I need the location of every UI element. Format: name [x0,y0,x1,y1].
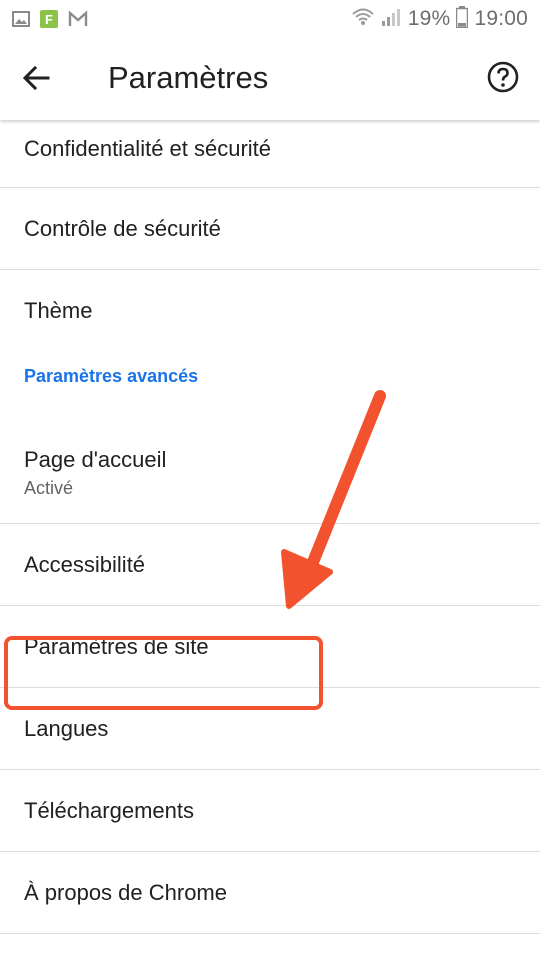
svg-text:F: F [45,12,53,27]
gmail-icon [68,10,88,28]
item-label: Contrôle de sécurité [24,215,221,241]
item-label: Téléchargements [24,797,194,823]
item-subtitle: Activé [24,478,74,498]
wifi-icon [352,7,374,32]
toolbar: Paramètres [0,38,540,120]
section-header-advanced: Paramètres avancés [0,352,540,422]
help-button[interactable] [482,58,524,100]
settings-item-accessibility[interactable]: Accessibilité [0,524,540,606]
status-bar: F 19% 19:00 [0,0,540,38]
settings-item-about[interactable]: À propos de Chrome [0,852,540,934]
page-title: Paramètres [108,60,269,95]
item-label: Accessibilité [24,551,146,577]
image-icon [12,10,30,28]
section-title: Paramètres avancés [24,366,199,386]
item-label: Thème [24,298,93,323]
settings-list: Confidentialité et sécurité Contrôle de … [0,120,540,934]
system-icons: 19% 19:00 [352,5,528,33]
item-label: Langues [24,715,109,741]
notification-icons: F [12,10,88,28]
item-label: Confidentialité et sécurité [24,136,272,161]
arrow-back-icon [22,64,50,97]
settings-item-safety-check[interactable]: Contrôle de sécurité [0,188,540,270]
settings-item-privacy[interactable]: Confidentialité et sécurité [0,120,540,188]
battery-icon [456,5,469,33]
item-label: Page d'accueil [24,447,167,472]
settings-item-homepage[interactable]: Page d'accueil Activé [0,422,540,524]
battery-percent: 19% [407,7,451,30]
settings-item-theme[interactable]: Thème [0,270,540,352]
annotation-highlight-box [4,636,323,710]
chrome-settings-screen: F 19% 19:00 Paramètres Confidentialité e… [0,0,540,960]
back-button[interactable] [14,58,58,102]
signal-icon [380,7,402,32]
f-app-icon: F [40,10,58,28]
settings-item-downloads[interactable]: Téléchargements [0,770,540,852]
help-circle-icon [486,60,520,99]
item-label: À propos de Chrome [24,879,227,905]
clock: 19:00 [474,7,528,30]
